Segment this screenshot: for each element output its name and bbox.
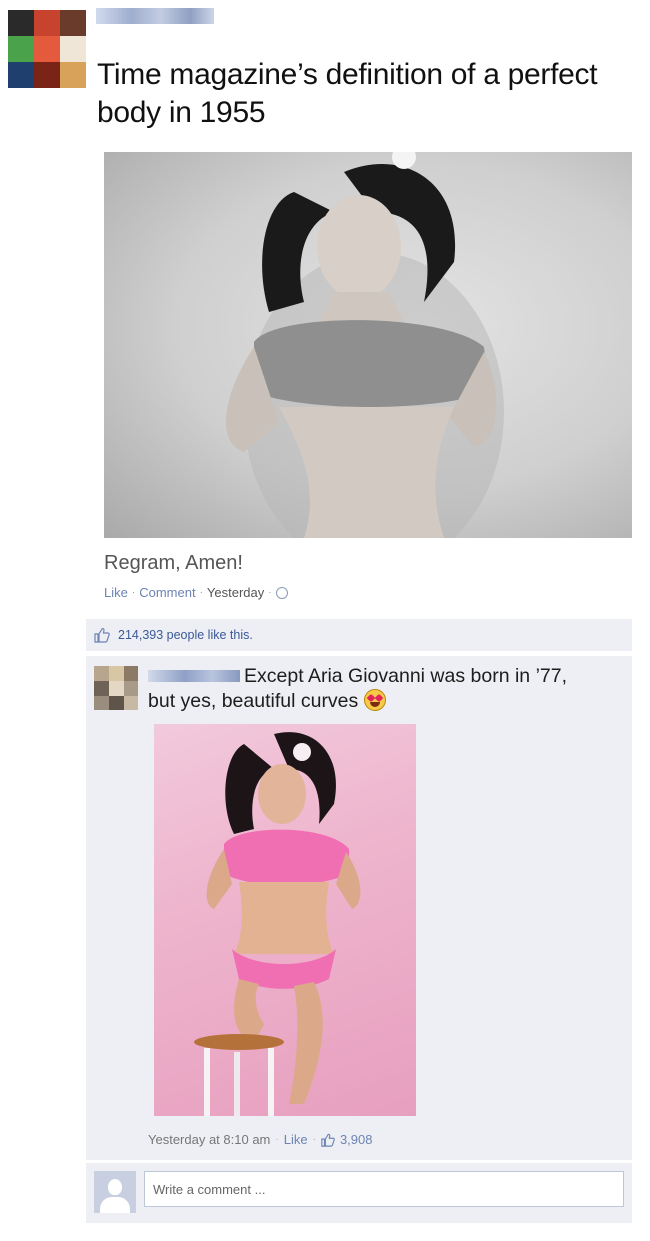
commenter-avatar[interactable] xyxy=(94,666,138,710)
post-timestamp[interactable]: Yesterday xyxy=(207,585,264,600)
comment-input[interactable] xyxy=(144,1171,624,1207)
comment-meta: Yesterday at 8:10 am · Like · 3,908 xyxy=(148,1132,372,1147)
separator-dot: · xyxy=(131,587,136,598)
poster-name-redacted[interactable] xyxy=(96,8,214,24)
poster-avatar[interactable] xyxy=(8,10,86,88)
comment-like-link[interactable]: Like xyxy=(284,1132,308,1147)
likes-count-text: 214,393 people like this. xyxy=(118,628,253,642)
separator-dot: · xyxy=(268,587,272,598)
post-caption: Regram, Amen! xyxy=(104,552,243,574)
comment-body: Except Aria Giovanni was born in ’77, bu… xyxy=(148,665,568,712)
comment-text: Except Aria Giovanni was born in ’77, bu… xyxy=(148,664,578,714)
likes-summary[interactable]: 214,393 people like this. xyxy=(86,619,632,651)
post-photo-illustration xyxy=(225,152,504,538)
comment-photo[interactable] xyxy=(154,724,416,1116)
thumbs-up-icon xyxy=(94,627,110,643)
post-photo[interactable] xyxy=(104,152,632,538)
like-link[interactable]: Like xyxy=(104,585,128,600)
comment-composer xyxy=(86,1163,632,1223)
comment-timestamp[interactable]: Yesterday at 8:10 am xyxy=(148,1132,270,1147)
post-actions: Like · Comment · Yesterday · xyxy=(104,585,288,600)
separator-dot: · xyxy=(199,587,203,598)
heart-eyes-emoji-icon xyxy=(363,689,386,711)
thumbs-up-icon xyxy=(321,1133,335,1147)
separator-dot: · xyxy=(275,1134,279,1145)
comment-link[interactable]: Comment xyxy=(139,585,195,600)
post-title: Time magazine’s definition of a perfect … xyxy=(97,58,598,129)
default-avatar-icon xyxy=(94,1171,136,1213)
comment: Except Aria Giovanni was born in ’77, bu… xyxy=(86,656,632,1160)
comment-photo-illustration xyxy=(194,732,361,1116)
comment-like-count[interactable]: 3,908 xyxy=(340,1132,373,1147)
separator-dot: · xyxy=(312,1134,316,1145)
globe-icon xyxy=(275,586,288,599)
